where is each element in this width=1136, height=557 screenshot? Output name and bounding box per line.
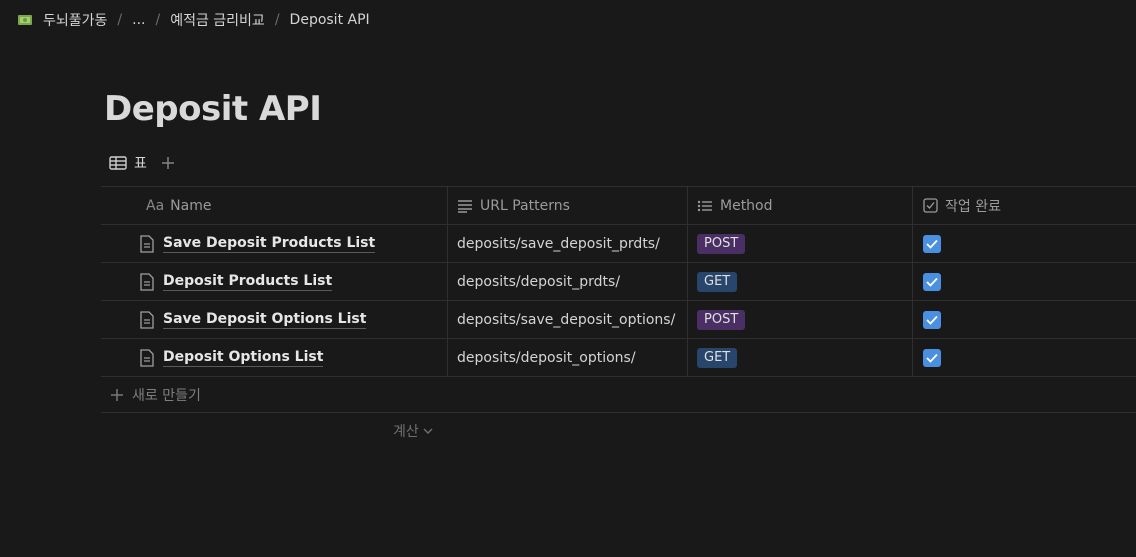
method-cell[interactable]: GET [688,339,913,376]
name-cell[interactable]: Save Deposit Products List [101,225,448,262]
done-checkbox[interactable] [923,234,941,253]
tab-table-label: 표 [134,156,147,172]
column-header-label: Name [170,197,212,214]
page-icon [140,348,154,367]
page-icon [140,234,154,253]
done-cell [913,339,1136,376]
column-header-method[interactable]: Method [688,187,913,224]
url-cell[interactable]: deposits/deposit_prdts/ [448,263,688,300]
done-checkbox[interactable] [923,348,941,367]
method-tag: GET [697,271,738,292]
row-name[interactable]: Deposit Options List [163,349,324,367]
list-icon [697,200,712,211]
url-cell[interactable]: deposits/save_deposit_prdts/ [448,225,688,262]
add-view-button[interactable] [161,156,175,170]
name-cell[interactable]: Deposit Options List [101,339,448,376]
table-header: Aa Name URL Patterns Method 작업 완료 [101,186,1136,225]
check-icon [926,277,938,287]
method-cell[interactable]: POST [688,301,913,338]
done-cell [913,225,1136,262]
plus-icon [111,388,123,401]
breadcrumb: 두뇌풀가동 / ... / 예적금 금리비교 / Deposit API [17,9,370,31]
table-icon [109,156,127,170]
database-table: Aa Name URL Patterns Method 작업 완료 Save D… [101,186,1136,449]
checkbox-icon [923,198,938,213]
calculate-label: 계산 [393,424,419,440]
check-icon [926,315,938,325]
url-cell[interactable]: deposits/deposit_options/ [448,339,688,376]
row-url: deposits/save_deposit_prdts/ [457,235,660,252]
breadcrumb-current[interactable]: Deposit API [290,12,370,28]
plus-icon [161,157,174,169]
row-name[interactable]: Deposit Products List [163,273,333,291]
money-icon[interactable] [17,12,33,28]
table-row: Save Deposit Products List deposits/save… [101,225,1136,263]
column-header-done[interactable]: 작업 완료 [913,187,1136,224]
breadcrumb-separator: / [274,12,280,28]
done-checkbox[interactable] [923,310,941,329]
chevron-down-icon [423,428,433,434]
breadcrumb-separator: / [117,12,123,28]
check-icon [926,353,938,363]
check-icon [926,239,938,249]
column-header-label: URL Patterns [480,197,570,214]
tab-table-view[interactable]: 표 [109,153,147,173]
row-url: deposits/save_deposit_options/ [457,311,676,328]
page-icon [140,310,154,329]
column-header-label: 작업 완료 [945,198,1001,215]
breadcrumb-separator: / [155,12,161,28]
view-tabs: 표 [109,152,175,174]
text-property-icon: Aa [146,197,165,214]
method-tag: POST [697,309,746,330]
new-row-button[interactable]: 새로 만들기 [101,377,1136,413]
page-icon [140,272,154,291]
method-cell[interactable]: GET [688,263,913,300]
table-row: Deposit Products List deposits/deposit_p… [101,263,1136,301]
column-header-name[interactable]: Aa Name [101,187,448,224]
new-row-label: 새로 만들기 [132,387,201,404]
method-tag: GET [697,347,738,368]
method-tag: POST [697,233,746,254]
row-name[interactable]: Save Deposit Options List [163,311,367,329]
column-header-label: Method [720,197,773,214]
calc-row: 계산 [101,413,1136,449]
row-url: deposits/deposit_prdts/ [457,273,621,290]
breadcrumb-parent[interactable]: 예적금 금리비교 [170,10,265,30]
row-url: deposits/deposit_options/ [457,349,636,366]
done-checkbox[interactable] [923,272,941,291]
url-cell[interactable]: deposits/save_deposit_options/ [448,301,688,338]
column-header-url[interactable]: URL Patterns [448,187,688,224]
name-cell[interactable]: Deposit Products List [101,263,448,300]
done-cell [913,301,1136,338]
done-cell [913,263,1136,300]
method-cell[interactable]: POST [688,225,913,262]
table-row: Deposit Options List deposits/deposit_op… [101,339,1136,377]
table-row: Save Deposit Options List deposits/save_… [101,301,1136,339]
row-name[interactable]: Save Deposit Products List [163,235,376,253]
page-title[interactable]: Deposit API [104,89,322,129]
name-cell[interactable]: Save Deposit Options List [101,301,448,338]
breadcrumb-ellipsis[interactable]: ... [132,12,145,28]
calculate-button[interactable]: 계산 [393,421,433,441]
breadcrumb-workspace[interactable]: 두뇌풀가동 [43,10,107,30]
text-lines-icon [458,199,472,213]
